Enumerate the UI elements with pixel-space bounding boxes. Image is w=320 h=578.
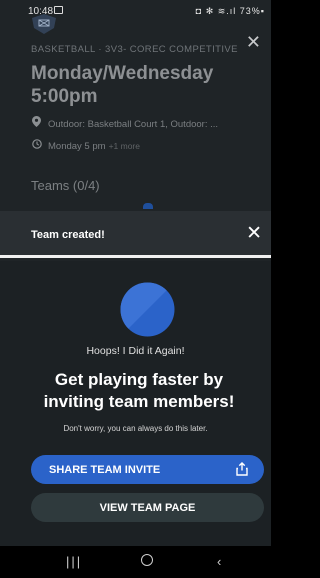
share-button-label: SHARE TEAM INVITE xyxy=(49,464,161,476)
logo-icon xyxy=(32,14,56,34)
system-nav-bar: ||| ‹ xyxy=(0,546,271,578)
team-indicator xyxy=(143,203,153,209)
team-ball-icon xyxy=(120,282,175,337)
page-title: Monday/Wednesday 5:00pm xyxy=(31,63,214,107)
location-pin-icon xyxy=(31,116,42,130)
view-team-page-button[interactable]: VIEW TEAM PAGE xyxy=(31,493,264,522)
home-icon[interactable] xyxy=(141,554,153,566)
invite-subtext: Don't worry, you can always do this late… xyxy=(63,424,208,433)
screen: 10:48 ◘ ✻ ≋.ıl 73%▪ ✕ BASKETBALL · 3V3- … xyxy=(0,0,271,578)
image-notification-icon xyxy=(54,6,63,14)
time-row: Monday 5 pm +1 more xyxy=(31,139,140,152)
recent-apps-button[interactable]: ||| xyxy=(66,554,82,569)
teams-heading: Teams (0/4) xyxy=(31,178,100,193)
close-icon[interactable]: ✕ xyxy=(246,33,261,51)
toast-banner: Team created! ✕ xyxy=(0,211,271,258)
league-label: 3V3- COREC COMPETITIVE xyxy=(105,44,238,55)
share-icon xyxy=(236,462,248,476)
invite-headline: Get playing faster by inviting team memb… xyxy=(43,370,235,411)
view-button-label: VIEW TEAM PAGE xyxy=(99,502,196,514)
location-text: Outdoor: Basketball Court 1, Outdoor: ..… xyxy=(48,119,219,130)
more-times-link[interactable]: +1 more xyxy=(109,141,140,151)
team-name: Hoops! I Did it Again! xyxy=(86,345,185,357)
system-status-icons: ◘ ✻ ≋.ıl 73%▪ xyxy=(195,6,265,16)
toast-text: Team created! xyxy=(31,229,105,241)
location-row: Outdoor: Basketball Court 1, Outdoor: ..… xyxy=(31,116,218,130)
share-team-invite-button[interactable]: SHARE TEAM INVITE xyxy=(31,455,264,484)
sport-label: BASKETBALL xyxy=(31,44,96,55)
invite-sheet: Hoops! I Did it Again! Get playing faste… xyxy=(0,261,271,546)
clock-icon xyxy=(31,139,42,152)
toast-close-icon[interactable]: ✕ xyxy=(246,224,262,243)
back-button[interactable]: ‹ xyxy=(217,554,221,569)
league-breadcrumb: BASKETBALL · 3V3- COREC COMPETITIVE xyxy=(31,44,238,55)
time-text: Monday 5 pm xyxy=(48,141,106,152)
